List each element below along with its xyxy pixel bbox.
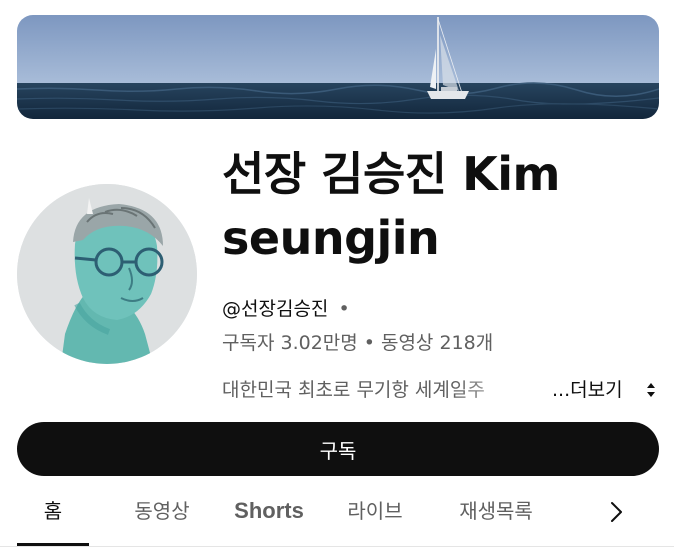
channel-tabs: 홈 동영상 Shorts 라이브 재생목록 [0,478,674,548]
tab-live[interactable]: 라이브 [330,478,420,544]
channel-description-row[interactable]: 대한민국 최초로 무기항 세계일주 ...더보기 [222,376,659,404]
tabs-divider [0,546,674,547]
subscribe-button[interactable]: 구독 [17,422,659,476]
tab-videos[interactable]: 동영상 [112,478,212,544]
tab-playlists[interactable]: 재생목록 [438,478,554,544]
stats-separator: • [363,332,375,354]
video-count: 동영상 218개 [380,332,494,354]
channel-stats: 구독자 3.02만명 • 동영상 218개 [222,330,493,356]
banner-image [17,15,659,119]
channel-avatar[interactable] [17,184,197,364]
subscriber-count: 구독자 3.02만명 [222,332,358,354]
handle-separator: • [338,298,350,320]
tab-shorts[interactable]: Shorts [224,478,314,544]
more-link[interactable]: ...더보기 [552,376,623,404]
tab-home[interactable]: 홈 [17,478,89,546]
expand-arrows-icon[interactable] [646,380,656,400]
channel-handle-line: @선장김승진 • [222,296,350,322]
avatar-portrait-image [17,184,197,364]
channel-banner [17,15,659,119]
channel-name: 선장 김승진 Kim seungjin [222,147,560,265]
channel-handle: @선장김승진 [222,298,329,320]
channel-description: 대한민국 최초로 무기항 세계일주 [222,379,485,401]
chevron-right-icon[interactable] [600,495,634,529]
